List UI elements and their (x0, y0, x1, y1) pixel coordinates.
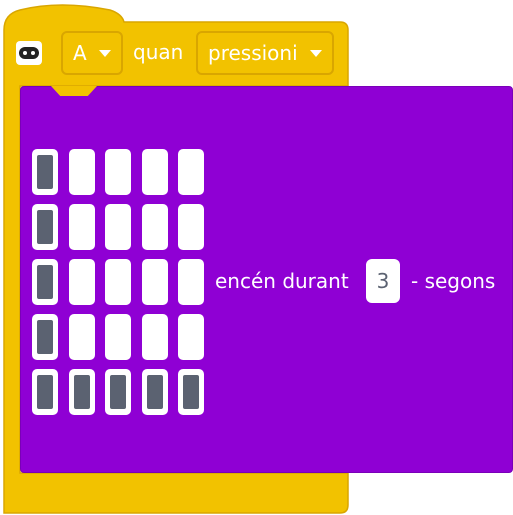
led-cell[interactable] (32, 369, 58, 415)
led-cell[interactable] (105, 204, 131, 250)
led-cell[interactable] (69, 204, 95, 250)
led-cell[interactable] (142, 314, 168, 360)
led-cell[interactable] (105, 314, 131, 360)
button-select-dropdown[interactable]: A (61, 31, 123, 75)
led-cell[interactable] (32, 149, 58, 195)
duration-input[interactable]: 3 (366, 259, 400, 303)
led-cell[interactable] (178, 204, 204, 250)
button-select-value: A (73, 41, 87, 65)
led-cell[interactable] (178, 369, 204, 415)
block-notch (51, 86, 97, 96)
led-cell[interactable] (69, 369, 95, 415)
led-cell[interactable] (178, 314, 204, 360)
duration-value: 3 (376, 269, 390, 293)
chevron-down-icon (98, 49, 111, 57)
seconds-label: - segons (411, 269, 496, 293)
led-cell[interactable] (105, 369, 131, 415)
led-cell[interactable] (69, 314, 95, 360)
chevron-down-icon (309, 49, 322, 57)
event-select-dropdown[interactable]: pressioni (196, 31, 334, 75)
when-label: quan (133, 40, 184, 64)
led-cell[interactable] (178, 259, 204, 305)
led-cell[interactable] (69, 149, 95, 195)
event-select-value: pressioni (208, 41, 298, 65)
led-cell[interactable] (142, 259, 168, 305)
led-cell[interactable] (142, 149, 168, 195)
led-cell[interactable] (142, 204, 168, 250)
led-cell[interactable] (105, 149, 131, 195)
led-cell[interactable] (142, 369, 168, 415)
led-cell[interactable] (105, 259, 131, 305)
led-cell[interactable] (32, 314, 58, 360)
led-cell[interactable] (69, 259, 95, 305)
led-cell[interactable] (32, 204, 58, 250)
led-cell[interactable] (178, 149, 204, 195)
microbit-extension-icon (16, 41, 42, 65)
on-for-label: encén durant (215, 269, 349, 293)
led-cell[interactable] (32, 259, 58, 305)
